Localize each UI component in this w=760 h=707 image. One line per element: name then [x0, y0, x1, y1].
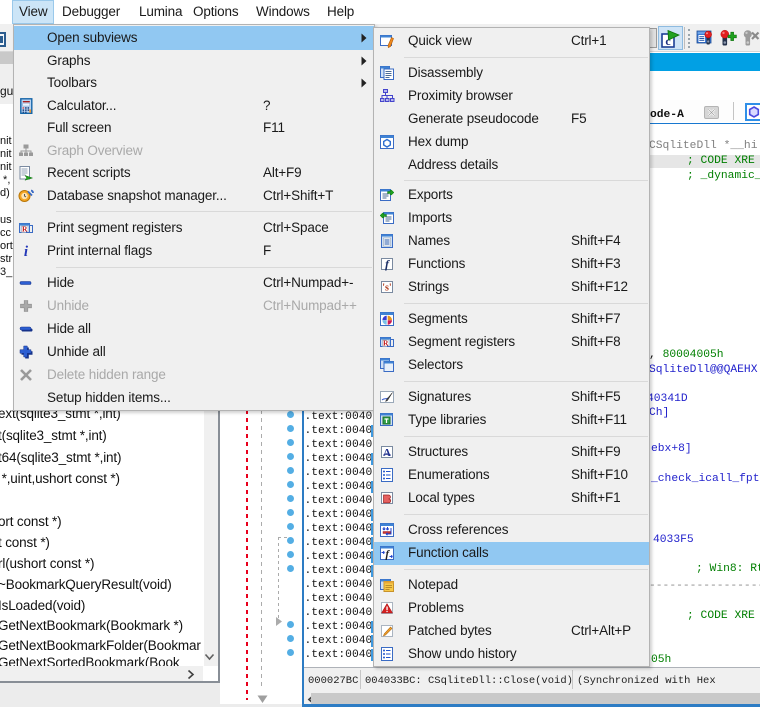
svg-text:A: A	[383, 447, 391, 459]
svg-text:'s': 's'	[382, 283, 392, 294]
svg-text:i: i	[24, 244, 29, 259]
